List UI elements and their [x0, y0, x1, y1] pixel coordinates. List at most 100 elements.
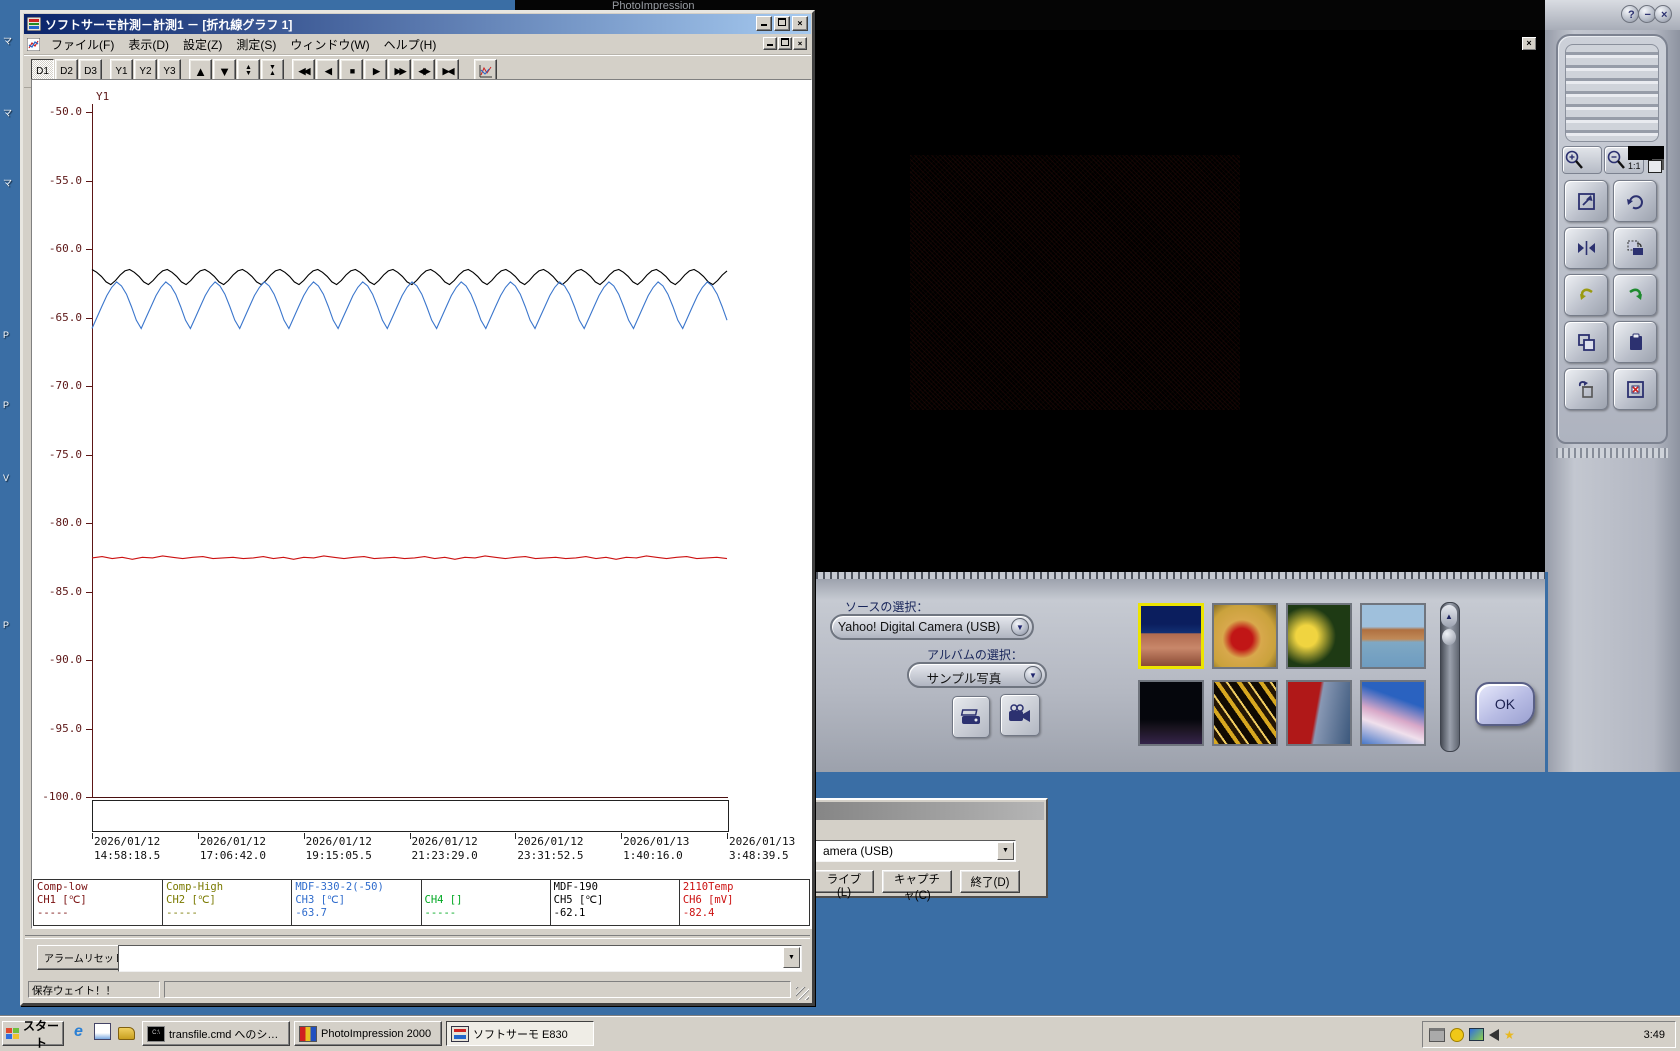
mdi-close-button[interactable]: ×	[793, 37, 807, 50]
resize-button[interactable]	[1564, 180, 1608, 222]
volume-icon[interactable]	[1489, 1029, 1499, 1041]
ok-button[interactable]: OK	[1475, 682, 1535, 726]
window-titlebar[interactable]: ソフトサーモ計測－計測1 － [折れ線グラフ 1] ×	[24, 14, 811, 34]
graph-icon	[478, 64, 493, 79]
menu-ヘルプ(H)[interactable]: ヘルプ(H)	[377, 34, 444, 55]
dialog-button-2[interactable]: 終了(D)	[960, 870, 1020, 893]
desktop-icon-fragment: V	[3, 473, 9, 483]
zoom-in-button[interactable]	[1562, 146, 1602, 174]
favorite-icon[interactable]: ★	[1504, 1029, 1515, 1041]
menu-表示(D)[interactable]: 表示(D)	[121, 34, 176, 55]
taskbar: スタート e C:\transfile.cmd へのショート...PhotoIm…	[0, 1016, 1680, 1051]
alarm-combo[interactable]: ▼	[118, 945, 802, 972]
chevron-down-icon[interactable]: ▼	[997, 842, 1014, 860]
task-photoimpression[interactable]: PhotoImpression 2000	[294, 1021, 442, 1046]
album-select-value: サンプル写真	[909, 668, 1019, 687]
chevron-down-icon[interactable]: ▼	[1024, 666, 1042, 684]
desktop: PhotoImpression ?−× ×	[0, 0, 1680, 1050]
x-tick-label: 2026/01/12 23:31:52.5	[517, 835, 583, 863]
alert-icon[interactable]	[1450, 1028, 1464, 1042]
folder-icon[interactable]	[118, 1027, 135, 1040]
clock[interactable]: 3:49	[1644, 1029, 1665, 1041]
menu-ウィンドウ(W)[interactable]: ウィンドウ(W)	[283, 34, 376, 55]
alarm-reset-button[interactable]: アラームリセット	[37, 945, 131, 970]
menu-ファイル(F)[interactable]: ファイル(F)	[44, 34, 121, 55]
window-restore-button[interactable]	[774, 16, 790, 31]
zoom-out-icon	[1605, 149, 1627, 171]
rotate-icon	[1624, 190, 1647, 212]
softthermo-icon	[451, 1026, 469, 1042]
close-frame-button[interactable]	[1613, 368, 1657, 410]
copy-button[interactable]	[1564, 321, 1608, 363]
document-icon[interactable]	[94, 1023, 111, 1040]
dialog-button-0[interactable]: ライブ(L)	[814, 870, 874, 893]
close-frame-icon	[1624, 378, 1647, 400]
y-tick-label: -50.0	[32, 105, 82, 118]
camera-button[interactable]	[1000, 694, 1040, 736]
window-close-button[interactable]: ×	[792, 16, 808, 31]
zoom-in-icon	[1563, 149, 1585, 171]
crop-button[interactable]	[1613, 227, 1657, 269]
cascade-icon[interactable]	[1648, 160, 1662, 173]
legend-cell: CH4 []-----	[422, 880, 551, 925]
thumbnail-gold-light-trails[interactable]	[1212, 680, 1278, 746]
task-cmd[interactable]: C:\transfile.cmd へのショート...	[142, 1021, 290, 1046]
album-select-dropdown[interactable]: サンプル写真 ▼	[907, 662, 1047, 688]
scrollbar-thumb[interactable]	[1442, 629, 1456, 645]
thumbnail-rock-spires[interactable]	[1138, 603, 1204, 669]
rock-spires-image	[1141, 606, 1201, 666]
redo-icon	[1624, 284, 1647, 306]
display-icon[interactable]	[1469, 1028, 1484, 1041]
scanner-icon	[958, 704, 984, 730]
source-select-value: Yahoo! Digital Camera (USB)	[832, 620, 1006, 634]
redo-button[interactable]	[1613, 274, 1657, 316]
thumbnail-harbor-town[interactable]	[1360, 603, 1426, 669]
camera-combo[interactable]: amera (USB) ▼	[780, 840, 1016, 862]
resize-grip[interactable]	[796, 987, 809, 1000]
scanner-button[interactable]	[952, 696, 990, 738]
thumbnail-red-lighthouse[interactable]	[1286, 680, 1352, 746]
undo-button[interactable]	[1564, 274, 1608, 316]
y-tick-label: -55.0	[32, 174, 82, 187]
flip-horizontal-button[interactable]	[1564, 227, 1608, 269]
x-tick-label: 2026/01/13 3:48:39.5	[729, 835, 795, 863]
legend-cell: Comp-lowCH1 [℃]-----	[34, 880, 163, 925]
thumbnail-yellow-flowers[interactable]	[1286, 603, 1352, 669]
delete-button[interactable]	[1564, 368, 1608, 410]
scroll-up-arrow[interactable]: ▲	[1441, 605, 1457, 627]
minimize-button[interactable]: −	[1638, 5, 1656, 23]
y-tick-label: -100.0	[32, 790, 82, 803]
thumbnail-night-city[interactable]	[1138, 680, 1204, 746]
legend-cell: 2110TempCH6 [mV]-82.4	[680, 880, 809, 925]
preview-close-button[interactable]: ×	[1521, 36, 1537, 51]
task-softthermo[interactable]: ソフトサーモ E830	[446, 1021, 594, 1046]
start-button[interactable]: スタート	[2, 1021, 64, 1046]
close-button[interactable]: ×	[1654, 5, 1672, 23]
rotate-button[interactable]	[1613, 180, 1657, 222]
drag-handle[interactable]	[1565, 44, 1659, 142]
dialog-button-1[interactable]: キャプチャ(C)	[882, 870, 952, 893]
cardinal-bird-image	[1214, 605, 1276, 667]
menu-測定(S)[interactable]: 測定(S)	[229, 34, 283, 55]
series-MDF-330-2(-50) CH3 [℃]	[92, 282, 727, 329]
tool-sidebar: 1:1	[1548, 30, 1680, 772]
help-button[interactable]: ?	[1621, 5, 1639, 23]
night-city-image	[1140, 682, 1202, 744]
thumbnail-clouds-sky[interactable]	[1360, 680, 1426, 746]
desktop-icon-fragment: マ	[3, 34, 12, 47]
chevron-down-icon[interactable]: ▼	[1011, 618, 1029, 636]
chevron-down-icon[interactable]: ▼	[783, 947, 800, 968]
thumbnail-cardinal-bird[interactable]	[1212, 603, 1278, 669]
mdi-restore-button[interactable]	[778, 37, 792, 50]
paste-button[interactable]	[1613, 321, 1657, 363]
x-tick-label: 2026/01/12 19:15:05.5	[306, 835, 372, 863]
window-minimize-button[interactable]	[756, 16, 772, 31]
source-select-dropdown[interactable]: Yahoo! Digital Camera (USB) ▼	[830, 614, 1034, 640]
ie-icon[interactable]: e	[70, 1023, 87, 1040]
zoom-ratio-label[interactable]: 1:1	[1628, 161, 1641, 171]
thumbnail-scrollbar[interactable]: ▲	[1440, 602, 1460, 752]
x-tick-label: 2026/01/13 1:40:16.0	[623, 835, 689, 863]
mdi-minimize-button[interactable]	[763, 37, 777, 50]
menu-設定(Z)[interactable]: 設定(Z)	[176, 34, 229, 55]
printer-icon[interactable]	[1429, 1028, 1445, 1042]
